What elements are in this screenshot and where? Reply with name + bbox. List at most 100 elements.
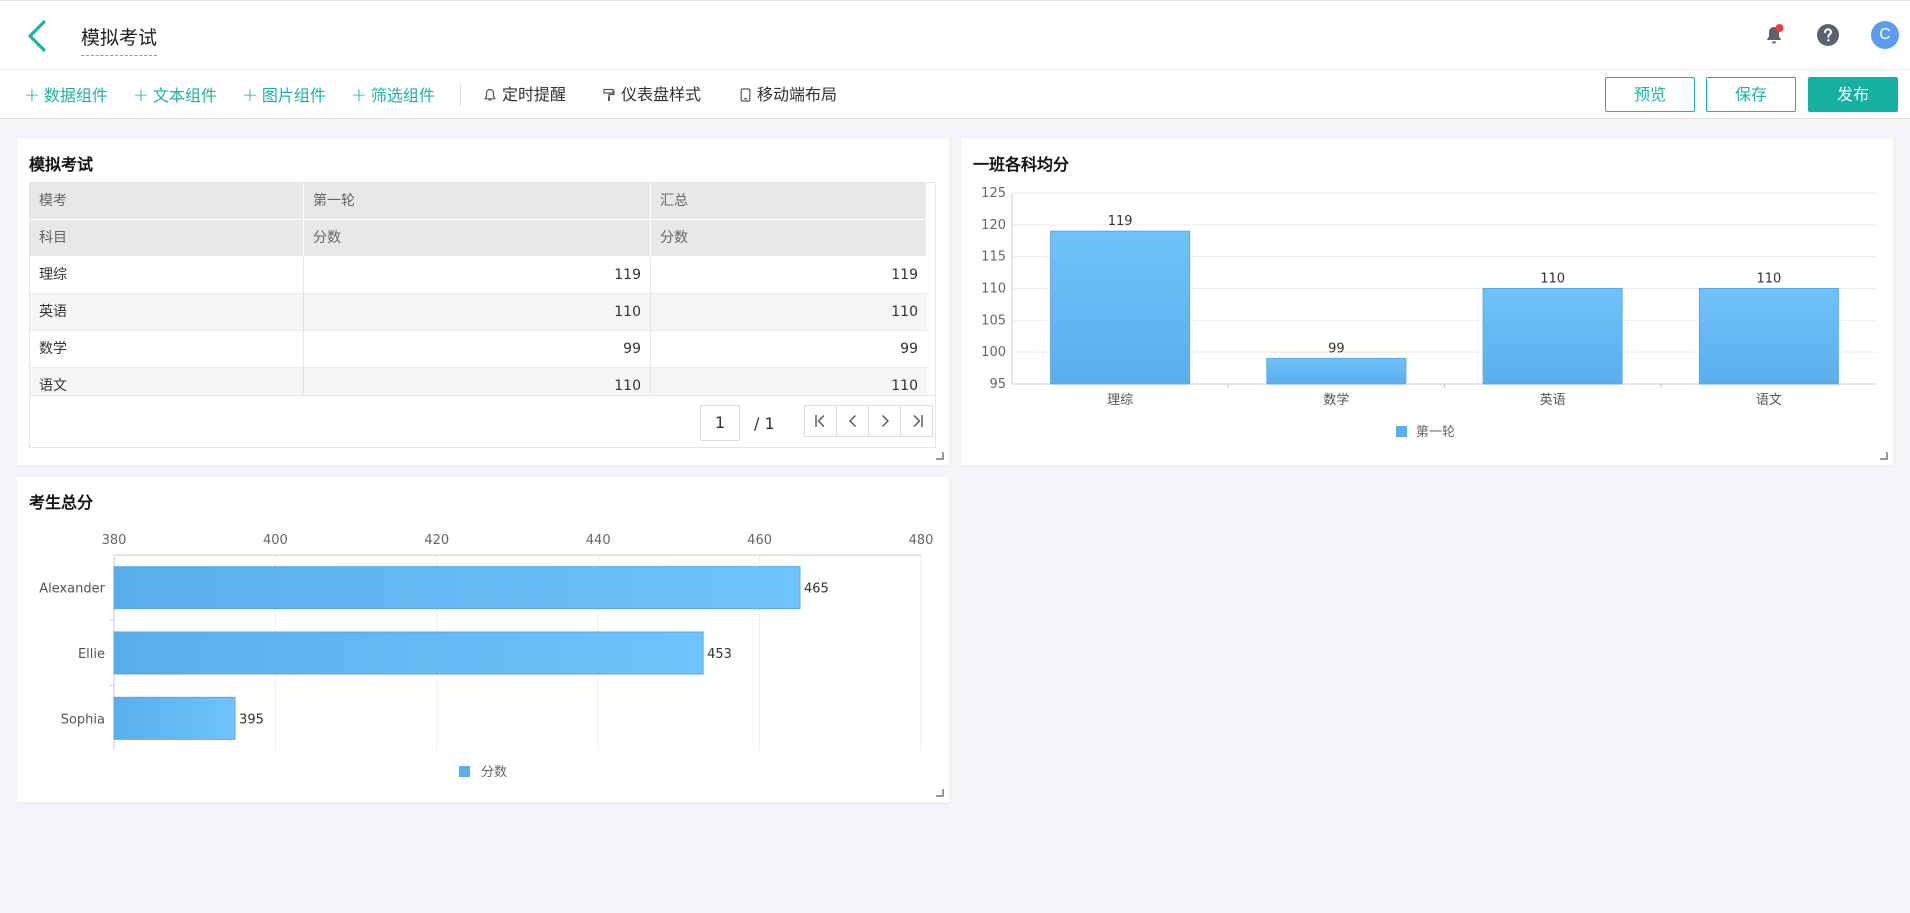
table-header-row: 科目 分数 分数	[30, 220, 927, 257]
x-tick-label: 480	[909, 533, 934, 548]
data-label: 110	[1756, 272, 1781, 287]
table-cell: 语文	[30, 368, 304, 395]
mobile-layout-button[interactable]: 移动端布局	[740, 84, 837, 106]
x-tick-label: 460	[747, 533, 772, 548]
bar	[113, 696, 236, 740]
legend-label: 分数	[481, 765, 507, 780]
paint-roller-icon	[603, 88, 615, 101]
horizontal-bar-chart: 380 400 420 440 460 480 465 Alexander 453 Ellie 39…	[39, 533, 934, 780]
notification-bell-icon[interactable]	[1762, 23, 1786, 47]
table-row: 英语 110 110	[30, 294, 927, 331]
back-arrow-icon[interactable]	[24, 19, 52, 53]
data-label: 453	[707, 647, 732, 662]
x-tick-label: 数学	[1323, 392, 1349, 408]
y-tick-label: 120	[981, 218, 1006, 233]
page-total: / 1	[754, 414, 775, 433]
x-tick-label: 420	[424, 533, 449, 548]
x-tick-label: 440	[586, 533, 611, 548]
y-tick-label: 105	[981, 313, 1006, 328]
last-page-icon	[913, 415, 923, 427]
y-tick-label: 95	[989, 377, 1006, 392]
table-cell: 110	[304, 294, 651, 331]
app-header: 模拟考试 C	[0, 0, 1910, 69]
add-text-component-button[interactable]: + 文本组件	[133, 84, 217, 106]
y-tick-label: 110	[981, 282, 1006, 297]
chevron-left-icon	[849, 415, 856, 427]
y-tick-label: 125	[981, 186, 1006, 201]
legend-swatch	[1396, 426, 1407, 437]
x-tick-label: 380	[102, 533, 127, 548]
page-title[interactable]: 模拟考试	[81, 23, 158, 56]
bar	[1050, 230, 1191, 385]
data-label: 395	[239, 712, 264, 727]
legend-label: 第一轮	[1416, 425, 1455, 440]
legend-swatch	[459, 766, 470, 777]
plus-icon: +	[24, 84, 40, 106]
chevron-right-icon	[882, 415, 889, 427]
table-row: 理综 119 119	[30, 257, 927, 294]
resize-handle-icon[interactable]	[936, 789, 944, 797]
x-tick-label: 400	[263, 533, 288, 548]
table-header-cell: 分数	[304, 220, 651, 257]
x-tick-label: 理综	[1107, 393, 1133, 408]
y-tick-label: Ellie	[78, 647, 105, 662]
x-tick-label: 英语	[1540, 393, 1566, 408]
toolbar-divider	[460, 84, 461, 106]
table-header-cell: 汇总	[651, 183, 927, 220]
scrollbar-track[interactable]	[935, 183, 936, 396]
preview-button[interactable]: 预览	[1605, 77, 1695, 112]
pagination: 1 / 1	[29, 396, 936, 448]
y-tick-label: Alexander	[39, 582, 105, 597]
table-header-cell: 分数	[651, 220, 927, 257]
dashboard-style-button[interactable]: 仪表盘样式	[603, 84, 701, 106]
first-page-icon	[815, 415, 825, 427]
add-image-component-button[interactable]: + 图片组件	[242, 84, 326, 106]
first-page-button[interactable]	[804, 405, 837, 437]
scheduled-reminder-button[interactable]: 定时提醒	[484, 84, 566, 106]
bar	[1266, 358, 1407, 385]
add-filter-component-button[interactable]: + 筛选组件	[351, 84, 435, 106]
table-row: 语文 110 110	[30, 368, 927, 395]
previous-page-button[interactable]	[836, 405, 869, 437]
table-cell: 119	[304, 257, 651, 294]
user-avatar[interactable]: C	[1871, 21, 1899, 49]
x-tick-label: 语文	[1756, 393, 1782, 408]
table-widget[interactable]: 模拟考试 模考 第一轮 汇总 科目 分数 分数 理综 119 119 英语 11…	[17, 139, 949, 465]
table-header-row: 模考 第一轮 汇总	[30, 183, 927, 220]
toolbar: + 数据组件 + 文本组件 + 图片组件 + 筛选组件 定时提醒 仪表盘样式 移动端布局…	[0, 69, 1910, 119]
help-icon[interactable]	[1816, 23, 1840, 47]
data-label: 465	[804, 582, 829, 597]
y-tick-label: 115	[981, 250, 1006, 265]
horizontal-bar-chart-widget[interactable]: 考生总分 380 400 420 440 460 480 465 Alexander 453 El…	[17, 477, 949, 802]
table-cell: 理综	[30, 257, 304, 294]
data-label: 110	[1540, 272, 1565, 287]
page-number-input[interactable]: 1	[700, 405, 740, 441]
table-row: 数学 99 99	[30, 331, 927, 368]
bar-chart-widget[interactable]: 一班各科均分 95 100 105 110 115 120 125 119 理综 99 数学 110 英…	[961, 139, 1893, 465]
resize-handle-icon[interactable]	[936, 452, 944, 460]
plus-icon: +	[242, 84, 258, 106]
bar-chart: 95 100 105 110 115 120 125 119 理综 99 数学 110 英语 110 语文第…	[981, 186, 1877, 440]
save-button[interactable]: 保存	[1706, 77, 1796, 112]
y-tick-label: 100	[981, 345, 1006, 360]
publish-button[interactable]: 发布	[1808, 77, 1898, 112]
table-cell: 110	[891, 378, 918, 394]
mobile-phone-icon	[740, 88, 751, 102]
table-header-cell: 第一轮	[304, 183, 651, 220]
table-cell: 110	[891, 304, 918, 320]
table-header-cell: 模考	[30, 183, 304, 220]
bar	[113, 631, 704, 675]
resize-handle-icon[interactable]	[1880, 452, 1888, 460]
plus-icon: +	[351, 84, 367, 106]
table-cell: 99	[304, 331, 651, 368]
next-page-button[interactable]	[868, 405, 901, 437]
add-data-component-button[interactable]: + 数据组件	[24, 84, 108, 106]
bar	[1698, 288, 1839, 385]
plus-icon: +	[133, 84, 149, 106]
bar	[1482, 288, 1623, 385]
data-label: 99	[1328, 342, 1345, 357]
table-cell: 数学	[30, 331, 304, 368]
last-page-button[interactable]	[900, 405, 933, 437]
table-cell: 110	[304, 368, 651, 395]
bar	[113, 566, 801, 610]
